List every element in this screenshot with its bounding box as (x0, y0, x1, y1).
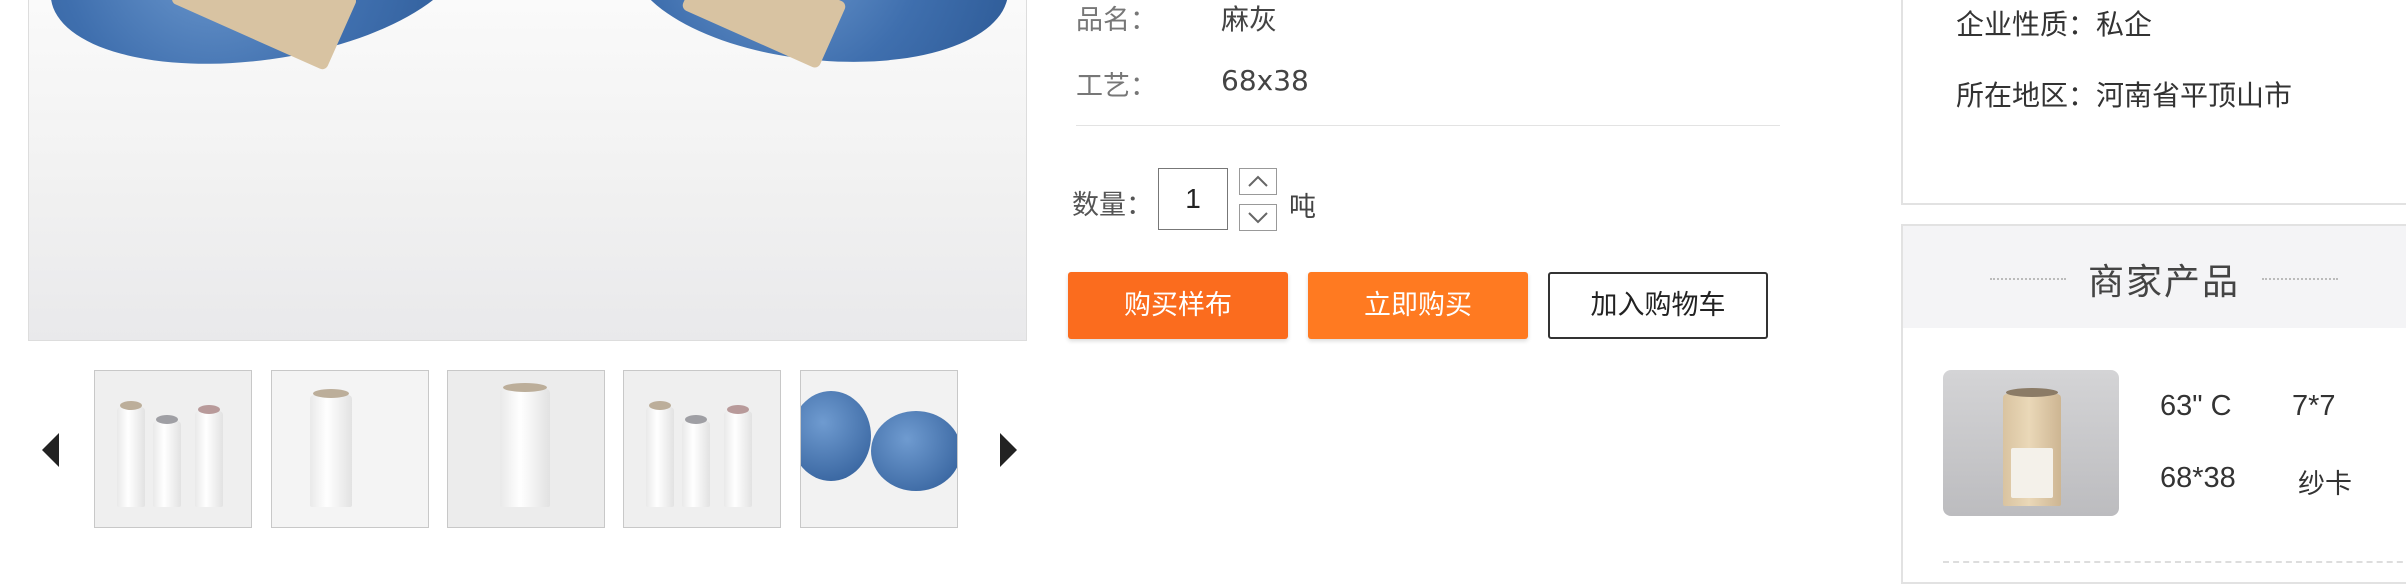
thumbnail-5[interactable] (800, 370, 958, 528)
product-thumbnail[interactable] (1943, 370, 2119, 516)
quantity-input[interactable]: 1 (1158, 168, 1228, 230)
divider (1076, 125, 1780, 126)
chevron-down-icon (1248, 212, 1268, 224)
buy-now-button[interactable]: 立即购买 (1308, 272, 1528, 339)
buy-sample-button[interactable]: 购买样布 (1068, 272, 1288, 339)
product-divider (1943, 561, 2406, 563)
spec-label-craft: 工艺： (1076, 71, 1157, 102)
thumbnail-2[interactable] (271, 370, 429, 528)
yarn-label-right (680, 0, 848, 70)
merchant-products-title: 商家产品 (2088, 262, 2241, 303)
spec-value-name: 麻灰 (1221, 3, 1278, 36)
title-decoration-left (1990, 278, 2066, 280)
product-spec-d[interactable]: 纱卡 (2298, 462, 2352, 501)
quantity-label: 数量： (1072, 190, 1153, 221)
add-to-cart-button[interactable]: 加入购物车 (1548, 272, 1768, 339)
quantity-unit: 吨 (1289, 192, 1316, 223)
product-label (2011, 448, 2053, 498)
spec-value-craft: 68x38 (1221, 64, 1309, 97)
quantity-decrement-button[interactable] (1239, 204, 1277, 231)
arrow-right-icon[interactable] (1000, 433, 1017, 467)
spec-label-name: 品名： (1076, 5, 1157, 36)
thumbnail-1[interactable] (94, 370, 252, 528)
company-nature: 企业性质：私企 (1956, 8, 2153, 41)
product-spec-c[interactable]: 68*38 (2160, 462, 2236, 495)
quantity-increment-button[interactable] (1239, 168, 1277, 195)
product-spec-b[interactable]: 7*7 (2292, 390, 2336, 423)
thumbnail-4[interactable] (623, 370, 781, 528)
main-product-image (28, 0, 1027, 341)
chevron-up-icon (1248, 175, 1268, 187)
arrow-left-icon[interactable] (42, 433, 59, 467)
title-decoration-right (2262, 278, 2338, 280)
company-region: 所在地区：河南省平顶山市 (1956, 79, 2293, 112)
thumbnail-3[interactable] (447, 370, 605, 528)
product-spec-a[interactable]: 63" C (2160, 390, 2232, 423)
